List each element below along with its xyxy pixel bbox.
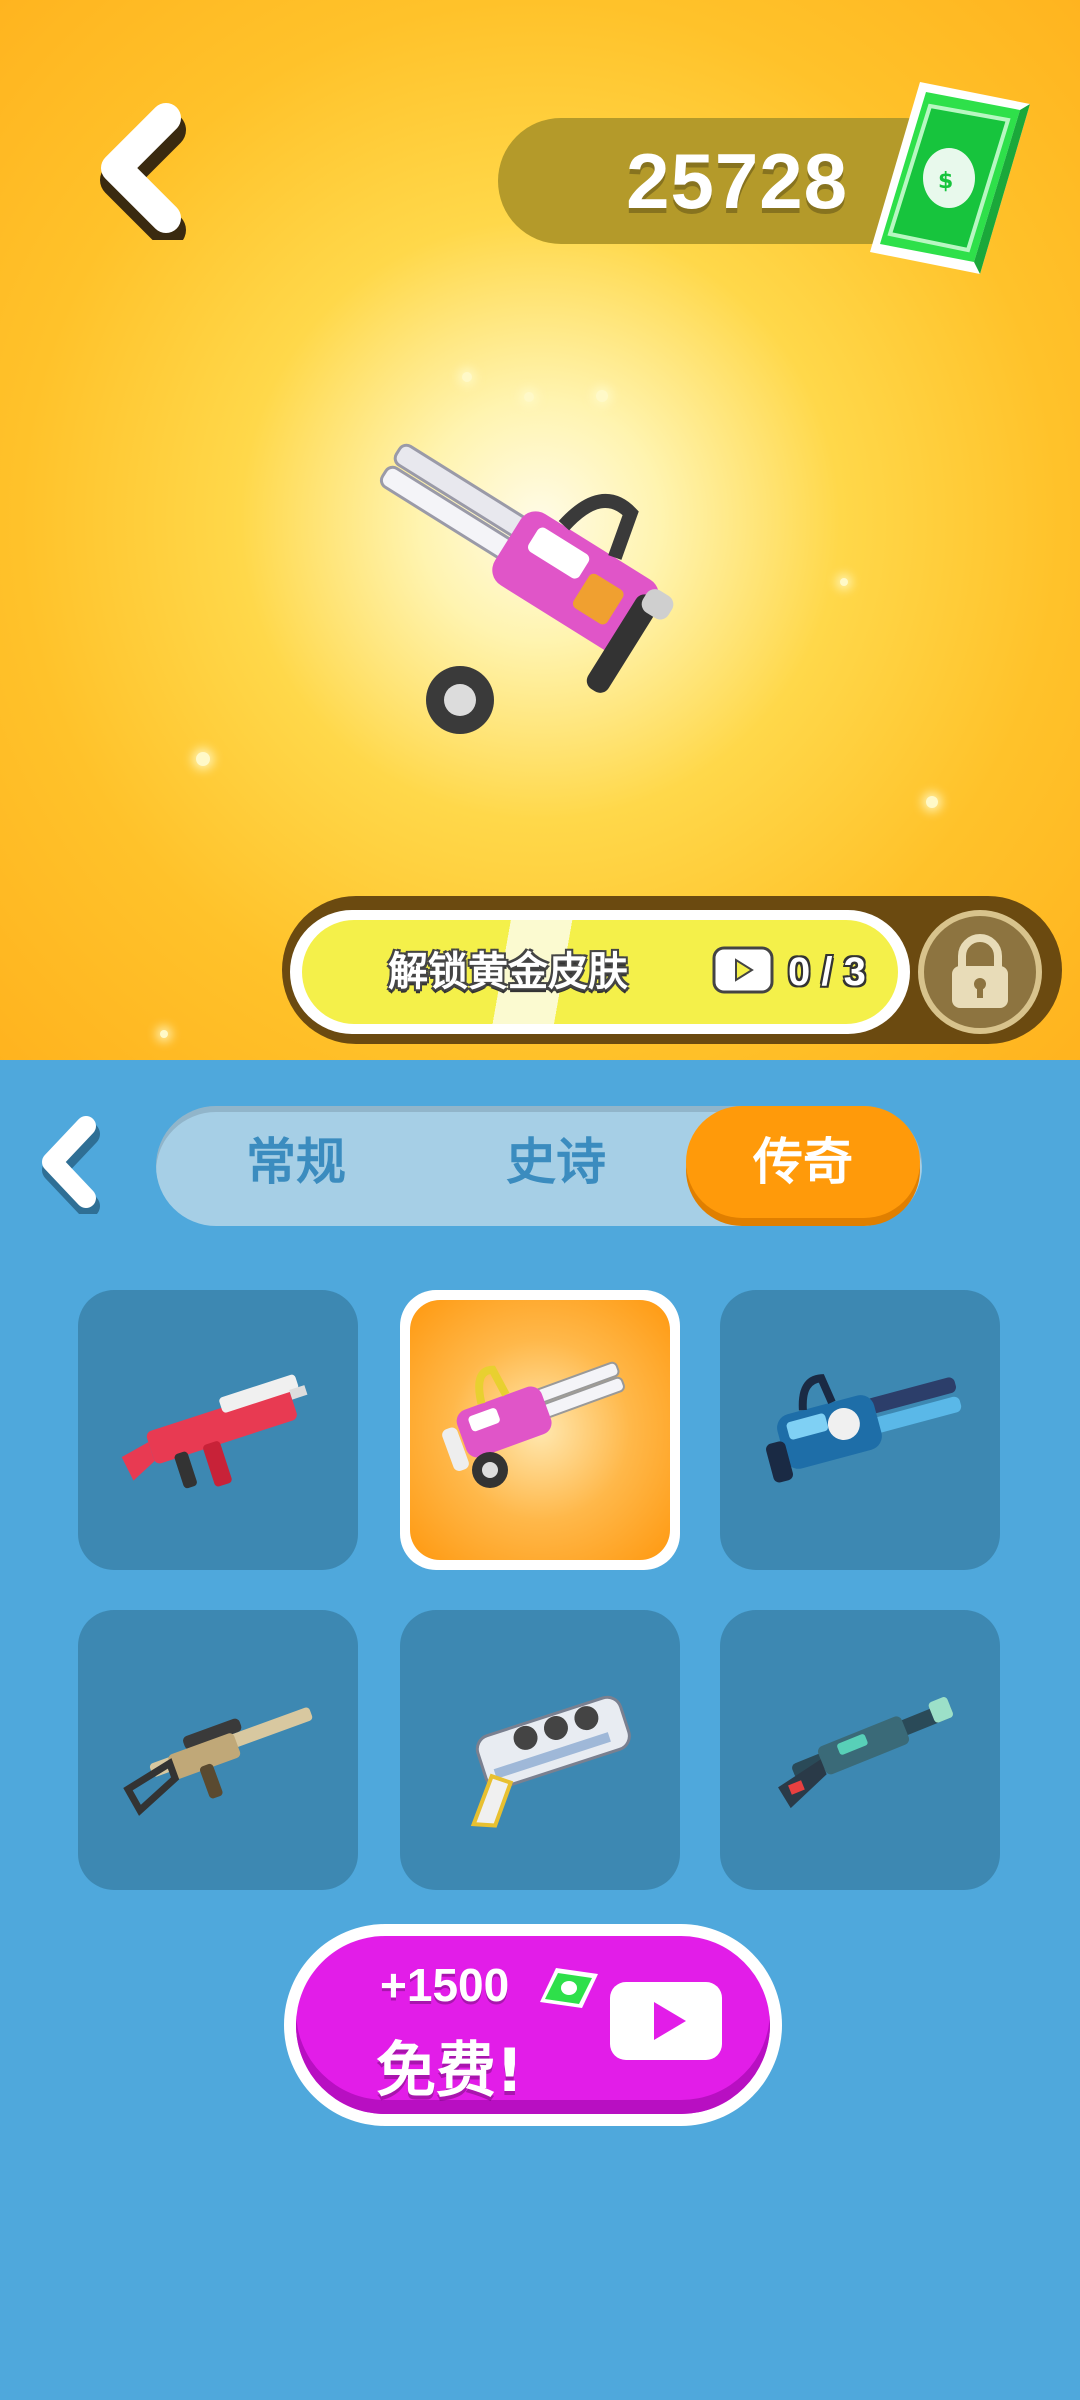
cash-icon: $ bbox=[870, 82, 1030, 274]
white-plasma-gun-icon bbox=[470, 1695, 631, 1828]
sparkle bbox=[596, 390, 608, 402]
free-label: 免费! bbox=[376, 2036, 524, 2106]
weapon-slot-pink-minigun-selected[interactable] bbox=[400, 1290, 680, 1570]
unlock-label: 解锁黄金皮肤 bbox=[388, 949, 628, 995]
blue-minigun-icon bbox=[766, 1374, 962, 1483]
camo-rifle-icon bbox=[123, 1707, 313, 1816]
sparkle bbox=[524, 392, 534, 402]
currency-amount: 25728 bbox=[626, 137, 848, 225]
sparkle bbox=[160, 1030, 168, 1038]
sparkle bbox=[196, 752, 210, 766]
reward-amount: +1500 bbox=[380, 1959, 510, 2011]
selected-weapon-model bbox=[379, 443, 674, 734]
rarity-tab-bar: 常规 史诗 传奇 bbox=[156, 1106, 922, 1226]
weapon-slot-pink-red-smg[interactable] bbox=[78, 1290, 358, 1570]
sparkle bbox=[840, 578, 848, 586]
cash-icon bbox=[540, 1968, 598, 2008]
chevron-left-icon bbox=[100, 103, 186, 248]
video-icon bbox=[712, 946, 774, 994]
weapon-slot-blue-minigun[interactable] bbox=[720, 1290, 1000, 1570]
weapon-slot-white-plasma-gun[interactable] bbox=[400, 1610, 680, 1890]
unlock-button-fill: 解锁黄金皮肤 0 / 3 bbox=[302, 920, 898, 1024]
tab-epic[interactable]: 史诗 bbox=[446, 1106, 666, 1218]
video-icon bbox=[610, 1982, 722, 2060]
svg-text:$: $ bbox=[938, 169, 953, 194]
weapon-preview-area: 25728 $ 解锁黄金皮肤 0 / 3 bbox=[0, 0, 1080, 1060]
unlock-gold-skin-button[interactable]: 解锁黄金皮肤 0 / 3 bbox=[290, 910, 910, 1034]
back-button[interactable] bbox=[88, 100, 198, 248]
lock-icon bbox=[952, 934, 1008, 1008]
chevron-left-icon bbox=[42, 1116, 100, 1218]
shop-back-button[interactable] bbox=[36, 1114, 102, 1218]
tab-legendary[interactable]: 传奇 bbox=[686, 1106, 920, 1218]
free-cash-reward-button[interactable]: +1500 免费! bbox=[284, 1924, 782, 2126]
unlock-progress: 0 / 3 bbox=[788, 950, 866, 994]
teal-shotgun-icon bbox=[778, 1697, 954, 1809]
lock-button[interactable] bbox=[918, 910, 1042, 1034]
pink-minigun-icon bbox=[442, 1361, 625, 1488]
sparkle bbox=[462, 372, 472, 382]
pink-red-smg-icon bbox=[121, 1374, 308, 1489]
weapon-slot-camo-rifle[interactable] bbox=[78, 1610, 358, 1890]
weapon-slot-teal-shotgun[interactable] bbox=[720, 1610, 1000, 1890]
free-button-fill: +1500 免费! bbox=[296, 1936, 770, 2114]
sparkle bbox=[926, 796, 938, 808]
tab-regular[interactable]: 常规 bbox=[186, 1106, 406, 1218]
